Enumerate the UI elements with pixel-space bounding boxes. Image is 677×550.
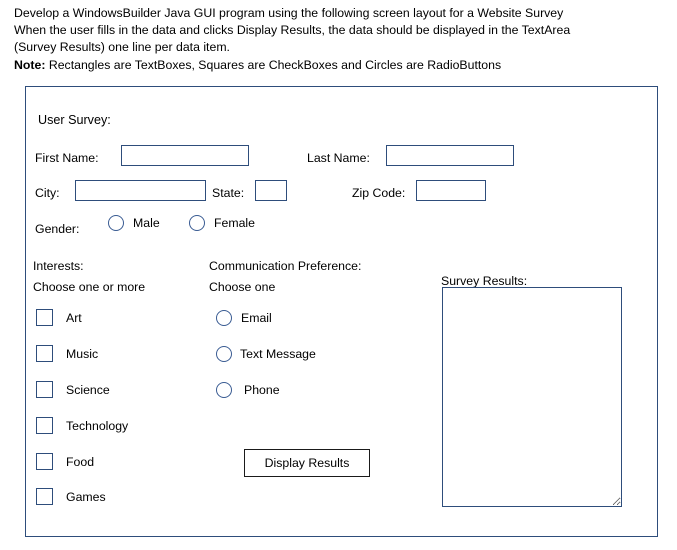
- interest-checkbox-technology[interactable]: Technology: [36, 417, 128, 434]
- communication-option-label: Email: [241, 311, 272, 325]
- survey-results-label: Survey Results:: [441, 274, 528, 288]
- interest-label: Art: [66, 310, 82, 325]
- radio-icon[interactable]: [108, 215, 124, 231]
- survey-panel: User Survey: First Name: Last Name: City…: [25, 86, 658, 537]
- communication-option-label: Phone: [244, 383, 280, 397]
- radio-icon[interactable]: [216, 346, 232, 362]
- instruction-note: Note: Rectangles are TextBoxes, Squares …: [14, 57, 664, 74]
- instruction-line-1: Develop a WindowsBuilder Java GUI progra…: [14, 6, 564, 20]
- interest-checkbox-art[interactable]: Art: [36, 309, 82, 326]
- communication-heading: Communication Preference:: [209, 259, 362, 273]
- radio-icon[interactable]: [216, 382, 232, 398]
- last-name-input[interactable]: [386, 145, 514, 166]
- display-results-button[interactable]: Display Results: [244, 449, 370, 477]
- first-name-label: First Name:: [35, 151, 99, 165]
- interest-label: Science: [66, 382, 110, 397]
- interest-checkbox-food[interactable]: Food: [36, 453, 94, 470]
- interest-label: Technology: [66, 418, 129, 433]
- instruction-line-3: (Survey Results) one line per data item.: [14, 40, 230, 55]
- checkbox-icon[interactable]: [36, 345, 53, 362]
- checkbox-icon[interactable]: [36, 381, 53, 398]
- communication-subheading: Choose one: [209, 280, 276, 294]
- survey-results-textarea[interactable]: [442, 287, 622, 507]
- interests-heading: Interests:: [33, 259, 84, 273]
- interests-subheading: Choose one or more: [33, 280, 146, 294]
- interest-label: Games: [66, 489, 106, 504]
- instructions-block: Develop a WindowsBuilder Java GUI progra…: [14, 5, 664, 74]
- communication-option-email[interactable]: Email: [216, 310, 272, 326]
- radio-icon[interactable]: [189, 215, 205, 231]
- instruction-line-2: When the user fills in the data and clic…: [14, 23, 571, 38]
- checkbox-icon[interactable]: [36, 453, 53, 470]
- interest-checkbox-science[interactable]: Science: [36, 381, 110, 398]
- radio-icon[interactable]: [216, 310, 232, 326]
- last-name-label: Last Name:: [307, 151, 370, 165]
- gender-option-female[interactable]: Female: [189, 215, 255, 231]
- gender-option-male[interactable]: Male: [108, 215, 160, 231]
- communication-option-label: Text Message: [240, 347, 316, 361]
- checkbox-icon[interactable]: [36, 417, 53, 434]
- city-label: City:: [35, 186, 60, 200]
- gender-label: Gender:: [35, 222, 80, 236]
- communication-option-phone[interactable]: Phone: [216, 382, 280, 398]
- note-label: Note:: [14, 57, 46, 72]
- user-survey-title: User Survey:: [38, 113, 111, 127]
- gender-option-label: Female: [214, 216, 256, 230]
- first-name-input[interactable]: [121, 145, 249, 166]
- note-text: Rectangles are TextBoxes, Squares are Ch…: [45, 57, 502, 72]
- zip-code-label: Zip Code:: [352, 186, 406, 200]
- interest-checkbox-music[interactable]: Music: [36, 345, 98, 362]
- gender-option-label: Male: [133, 216, 160, 230]
- zip-code-input[interactable]: [416, 180, 486, 201]
- city-input[interactable]: [75, 180, 206, 201]
- communication-option-text-message[interactable]: Text Message: [216, 346, 316, 362]
- interest-label: Music: [66, 346, 99, 361]
- interest-label: Food: [66, 454, 95, 469]
- checkbox-icon[interactable]: [36, 488, 53, 505]
- interest-checkbox-games[interactable]: Games: [36, 488, 106, 505]
- checkbox-icon[interactable]: [36, 309, 53, 326]
- state-input[interactable]: [255, 180, 287, 201]
- state-label: State:: [212, 186, 245, 200]
